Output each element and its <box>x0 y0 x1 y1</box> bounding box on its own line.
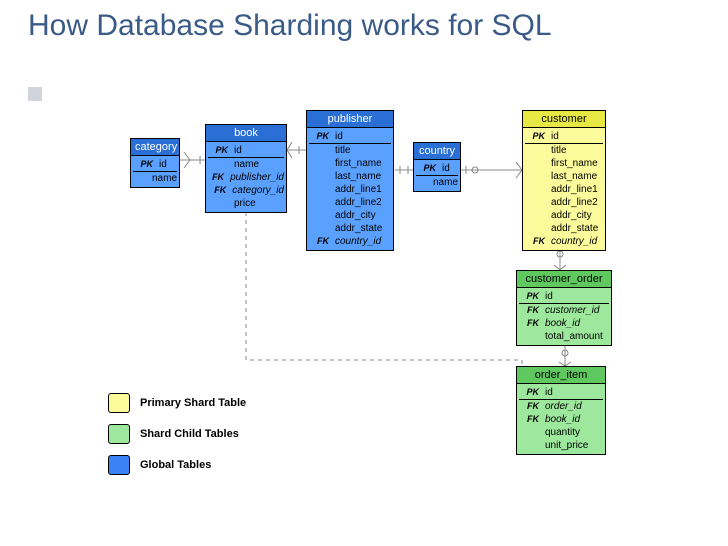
erd-diagram: category PKid name book PKid name FKpubl… <box>0 100 728 540</box>
attr: id <box>232 145 242 156</box>
pk-label: PK <box>519 291 543 302</box>
fk-label: FK <box>519 401 543 412</box>
pk-label: PK <box>525 131 549 142</box>
attr: addr_state <box>549 223 598 234</box>
entity-name: customer <box>523 111 605 128</box>
attr: total_amount <box>543 331 603 342</box>
fk-label: FK <box>309 236 333 247</box>
fk-label: FK <box>519 305 543 316</box>
attr: addr_city <box>549 210 592 221</box>
accent-bar <box>28 87 42 101</box>
entity-publisher: publisher PKid title first_name last_nam… <box>306 110 394 251</box>
attr: country_id <box>333 236 381 247</box>
attr: country_id <box>549 236 597 247</box>
attr: title <box>549 145 567 156</box>
pk-label: PK <box>519 387 543 398</box>
attr: id <box>157 159 167 170</box>
legend-swatch-yellow <box>108 393 130 413</box>
legend-text: Global Tables <box>140 459 211 471</box>
attr: addr_line1 <box>549 184 598 195</box>
attr: first_name <box>549 158 598 169</box>
attr: name <box>150 173 177 184</box>
pk-label: PK <box>416 163 440 174</box>
attr: name <box>431 177 458 188</box>
attr: category_id <box>230 185 284 196</box>
attr: addr_line2 <box>549 197 598 208</box>
legend-primary: Primary Shard Table <box>108 393 246 413</box>
fk-label: FK <box>208 172 228 183</box>
attr: last_name <box>333 171 381 182</box>
slide-title: How Database Sharding works for SQL <box>28 8 552 44</box>
legend-text: Shard Child Tables <box>140 428 239 440</box>
attr: id <box>543 291 553 302</box>
attr: unit_price <box>543 440 588 451</box>
pk-label: PK <box>133 159 157 170</box>
attr: book_id <box>543 414 580 425</box>
attr: id <box>333 131 343 142</box>
legend-global: Global Tables <box>108 455 211 475</box>
attr: first_name <box>333 158 382 169</box>
entity-order-item: order_item PKid FKorder_id FKbook_id qua… <box>516 366 606 455</box>
attr: id <box>543 387 553 398</box>
fk-label: FK <box>519 414 543 425</box>
entity-book: book PKid name FKpublisher_id FKcategory… <box>205 124 287 213</box>
attr: addr_city <box>333 210 376 221</box>
attr: order_id <box>543 401 582 412</box>
legend-child: Shard Child Tables <box>108 424 239 444</box>
attr: price <box>232 198 256 209</box>
entity-name: publisher <box>307 111 393 128</box>
entity-customer: customer PKid title first_name last_name… <box>522 110 606 251</box>
entity-category: category PKid name <box>130 138 180 188</box>
legend-swatch-green <box>108 424 130 444</box>
fk-label: FK <box>525 236 549 247</box>
pk-label: PK <box>309 131 333 142</box>
fk-label: FK <box>208 185 230 196</box>
entity-customer-order: customer_order PKid FKcustomer_id FKbook… <box>516 270 612 346</box>
legend-text: Primary Shard Table <box>140 397 246 409</box>
attr: last_name <box>549 171 597 182</box>
attr: title <box>333 145 351 156</box>
entity-name: category <box>131 139 179 156</box>
attr: customer_id <box>543 305 599 316</box>
entity-name: country <box>414 143 460 160</box>
attr: book_id <box>543 318 580 329</box>
entity-name: customer_order <box>517 271 611 288</box>
attr: id <box>440 163 450 174</box>
attr: id <box>549 131 559 142</box>
fk-label: FK <box>519 318 543 329</box>
attr: quantity <box>543 427 580 438</box>
legend-swatch-blue <box>108 455 130 475</box>
entity-name: order_item <box>517 367 605 384</box>
pk-label: PK <box>208 145 232 156</box>
attr: addr_line2 <box>333 197 382 208</box>
attr: addr_state <box>333 223 382 234</box>
entity-country: country PKid name <box>413 142 461 192</box>
entity-name: book <box>206 125 286 142</box>
attr: publisher_id <box>228 172 284 183</box>
attr: name <box>232 159 259 170</box>
attr: addr_line1 <box>333 184 382 195</box>
